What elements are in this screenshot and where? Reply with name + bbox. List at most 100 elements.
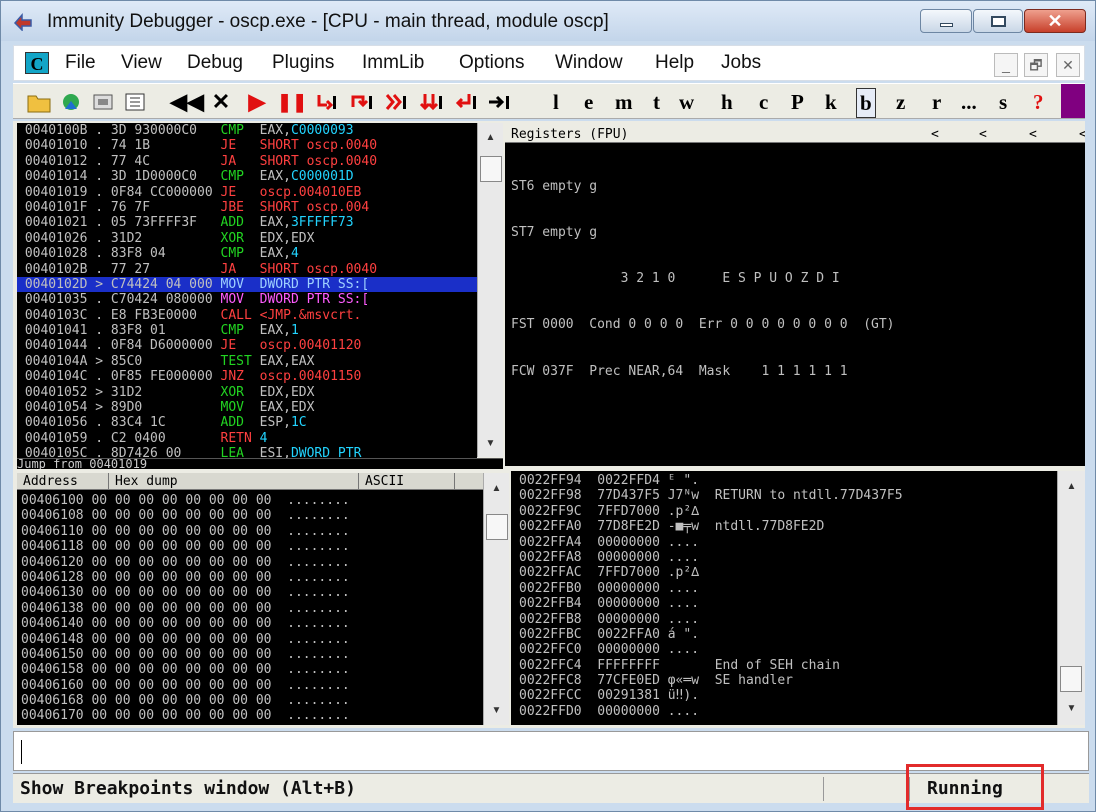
stack-pane[interactable]: 0022FF94 0022FFD4 ᴱ ". 0022FF98 77D437F5… bbox=[511, 471, 1057, 725]
dump-row[interactable]: 00406118 00 00 00 00 00 00 00 00 .......… bbox=[21, 539, 350, 554]
dump-row[interactable]: 00406168 00 00 00 00 00 00 00 00 .......… bbox=[21, 693, 350, 708]
disasm-row[interactable]: 00401021 . 05 73FFFF3F ADD EAX,3FFFFF73 bbox=[17, 215, 477, 230]
disasm-scrollbar[interactable]: ▲ ▼ bbox=[477, 123, 503, 457]
scroll-down-icon[interactable]: ▼ bbox=[478, 438, 503, 449]
disasm-row[interactable]: 00401056 . 83C4 1C ADD ESP,1C bbox=[17, 415, 477, 430]
dump-row[interactable]: 00406160 00 00 00 00 00 00 00 00 .......… bbox=[21, 678, 350, 693]
tb-windows-button[interactable]: w bbox=[679, 88, 694, 116]
dump-row[interactable]: 00406150 00 00 00 00 00 00 00 00 .......… bbox=[21, 647, 350, 662]
dump-col-ascii[interactable]: ASCII bbox=[359, 473, 455, 490]
disasm-row[interactable]: 00401041 . 83F8 01 CMP EAX,1 bbox=[17, 323, 477, 338]
scroll-down-icon[interactable]: ▼ bbox=[1058, 703, 1085, 714]
stack-row[interactable]: 0022FF94 0022FFD4 ᴱ ". bbox=[519, 473, 1057, 488]
menu-jobs[interactable]: Jobs bbox=[721, 52, 761, 74]
dump-row[interactable]: 00406100 00 00 00 00 00 00 00 00 .......… bbox=[21, 493, 350, 508]
disasm-row[interactable]: 00401010 . 74 1B JE SHORT oscp.0040 bbox=[17, 138, 477, 153]
tb-help-button[interactable]: ? bbox=[1033, 88, 1044, 116]
stack-row[interactable]: 0022FFC0 00000000 .... bbox=[519, 642, 1057, 657]
dump-scrollbar[interactable]: ▲ ▼ bbox=[483, 473, 509, 725]
tb-executable-modules-button[interactable]: e bbox=[584, 88, 593, 116]
title-bar[interactable]: Immunity Debugger - oscp.exe - [CPU - ma… bbox=[1, 1, 1095, 41]
disasm-row[interactable]: 00401035 . C70424 080000 MOV DWORD PTR S… bbox=[17, 292, 477, 307]
disasm-row[interactable]: 0040100B . 3D 930000C0 CMP EAX,C0000093 bbox=[17, 123, 477, 138]
scroll-up-icon[interactable]: ▲ bbox=[484, 483, 509, 494]
tb-log-button[interactable]: l bbox=[553, 88, 559, 116]
dump-row[interactable]: 00406108 00 00 00 00 00 00 00 00 .......… bbox=[21, 508, 350, 523]
reg-nav-left-1[interactable]: < bbox=[925, 126, 945, 143]
stack-row[interactable]: 0022FFA0 77D8FE2D -■╤w ntdll.77D8FE2D bbox=[519, 519, 1057, 534]
menu-file[interactable]: File bbox=[65, 52, 96, 74]
stack-row[interactable]: 0022FFA4 00000000 .... bbox=[519, 535, 1057, 550]
stack-row[interactable]: 0022FFB4 00000000 .... bbox=[519, 596, 1057, 611]
scroll-up-icon[interactable]: ▲ bbox=[478, 132, 503, 143]
minimize-button[interactable] bbox=[920, 9, 972, 33]
disasm-row[interactable]: 00401012 . 77 4C JA SHORT oscp.0040 bbox=[17, 154, 477, 169]
mdi-minimize-button[interactable]: _ bbox=[994, 53, 1018, 77]
dump-row[interactable]: 00406110 00 00 00 00 00 00 00 00 .......… bbox=[21, 524, 350, 539]
step-over-icon[interactable] bbox=[347, 87, 375, 117]
disasm-row[interactable]: 00401059 . C2 0400 RETN 4 bbox=[17, 431, 477, 446]
stack-row[interactable]: 0022FFAC 7FFD7000 .p²∆ bbox=[519, 565, 1057, 580]
stack-row[interactable]: 0022FF98 77D437F5 J7ᴺw RETURN to ntdll.7… bbox=[519, 488, 1057, 503]
dump-row[interactable]: 00406128 00 00 00 00 00 00 00 00 .......… bbox=[21, 570, 350, 585]
disasm-row[interactable]: 0040104C . 0F85 FE000000 JNZ oscp.004011… bbox=[17, 369, 477, 384]
close-program-icon[interactable] bbox=[89, 87, 117, 117]
disasm-row[interactable]: 00401014 . 3D 1D0000C0 CMP EAX,C000001D bbox=[17, 169, 477, 184]
hex-dump-pane[interactable]: Address Hex dump ASCII 00406100 00 00 00… bbox=[17, 473, 483, 725]
registers-pane[interactable]: Registers (FPU) < < < < ST6 empty g ST7 … bbox=[505, 126, 1085, 466]
tb-handles-button[interactable]: h bbox=[721, 88, 733, 116]
dump-row[interactable]: 00406148 00 00 00 00 00 00 00 00 .......… bbox=[21, 632, 350, 647]
stack-row[interactable]: 0022FFC4 FFFFFFFF End of SEH chain bbox=[519, 658, 1057, 673]
disasm-row[interactable]: 0040101F . 76 7F JBE SHORT oscp.004 bbox=[17, 200, 477, 215]
stack-row[interactable]: 0022FFD0 00000000 .... bbox=[519, 704, 1057, 719]
dump-row[interactable]: 00406140 00 00 00 00 00 00 00 00 .......… bbox=[21, 616, 350, 631]
disasm-row[interactable]: 00401054 > 89D0 MOV EAX,EDX bbox=[17, 400, 477, 415]
stack-row[interactable]: 0022FF9C 7FFD7000 .p²∆ bbox=[519, 504, 1057, 519]
tb-memory-map-button[interactable]: m bbox=[615, 88, 633, 116]
disasm-row[interactable]: 0040103C . E8 FB3E0000 CALL <JMP.&msvcrt… bbox=[17, 308, 477, 323]
dump-row[interactable]: 00406170 00 00 00 00 00 00 00 00 .......… bbox=[21, 708, 350, 723]
menu-immlib[interactable]: ImmLib bbox=[362, 52, 424, 74]
scroll-up-icon[interactable]: ▲ bbox=[1058, 481, 1085, 492]
tb-cpu-button[interactable]: c bbox=[759, 88, 768, 116]
menu-plugins[interactable]: Plugins bbox=[272, 52, 334, 74]
tb-call-stack-button[interactable]: k bbox=[825, 88, 837, 116]
reg-nav-left-3[interactable]: < bbox=[1023, 126, 1043, 143]
tb-threads-button[interactable]: t bbox=[653, 88, 660, 116]
disasm-row[interactable]: 0040102D > C74424 04 000 MOV DWORD PTR S… bbox=[17, 276, 477, 293]
menu-view[interactable]: View bbox=[121, 52, 162, 74]
go-to-icon[interactable] bbox=[485, 87, 513, 117]
tb-run-trace-button[interactable]: ... bbox=[961, 88, 977, 116]
dump-row[interactable]: 00406130 00 00 00 00 00 00 00 00 .......… bbox=[21, 585, 350, 600]
menu-debug[interactable]: Debug bbox=[187, 52, 243, 74]
tb-breakpoints-button[interactable]: b bbox=[856, 88, 876, 118]
dump-col-address[interactable]: Address bbox=[17, 473, 109, 490]
scroll-thumb[interactable] bbox=[480, 156, 502, 182]
open-folder-icon[interactable] bbox=[25, 87, 53, 117]
menu-window[interactable]: Window bbox=[555, 52, 623, 74]
disasm-row[interactable]: 00401026 . 31D2 XOR EDX,EDX bbox=[17, 231, 477, 246]
stack-row[interactable]: 0022FFA8 00000000 .... bbox=[519, 550, 1057, 565]
attach-icon[interactable] bbox=[121, 87, 149, 117]
trace-into-icon[interactable] bbox=[381, 87, 409, 117]
mdi-restore-button[interactable]: 🗗 bbox=[1024, 53, 1048, 77]
disasm-row[interactable]: 00401052 > 31D2 XOR EDX,EDX bbox=[17, 385, 477, 400]
disasm-row[interactable]: 00401044 . 0F84 D6000000 JE oscp.0040112… bbox=[17, 338, 477, 353]
trace-over-icon[interactable] bbox=[417, 87, 445, 117]
disasm-row[interactable]: 00401019 . 0F84 CC000000 JE oscp.004010E… bbox=[17, 185, 477, 200]
stack-scrollbar[interactable]: ▲ ▼ bbox=[1057, 471, 1085, 725]
pause-icon[interactable]: ❚❚ bbox=[277, 87, 307, 117]
run-icon[interactable]: ▶ bbox=[245, 87, 269, 117]
step-back-icon[interactable]: ◀◀ bbox=[169, 87, 205, 117]
scroll-thumb[interactable] bbox=[1060, 666, 1082, 692]
restart-icon[interactable] bbox=[57, 87, 85, 117]
disassembly-pane[interactable]: 0040100B . 3D 930000C0 CMP EAX,C0000093 … bbox=[17, 123, 477, 463]
menu-help[interactable]: Help bbox=[655, 52, 694, 74]
tb-source-button[interactable]: s bbox=[999, 88, 1007, 116]
stack-row[interactable]: 0022FFBC 0022FFA0 á ". bbox=[519, 627, 1057, 642]
step-into-icon[interactable] bbox=[313, 87, 341, 117]
scroll-thumb[interactable] bbox=[486, 514, 508, 540]
disasm-row[interactable]: 0040104A > 85C0 TEST EAX,EAX bbox=[17, 354, 477, 369]
scroll-down-icon[interactable]: ▼ bbox=[484, 705, 509, 716]
execute-till-return-icon[interactable] bbox=[451, 87, 479, 117]
